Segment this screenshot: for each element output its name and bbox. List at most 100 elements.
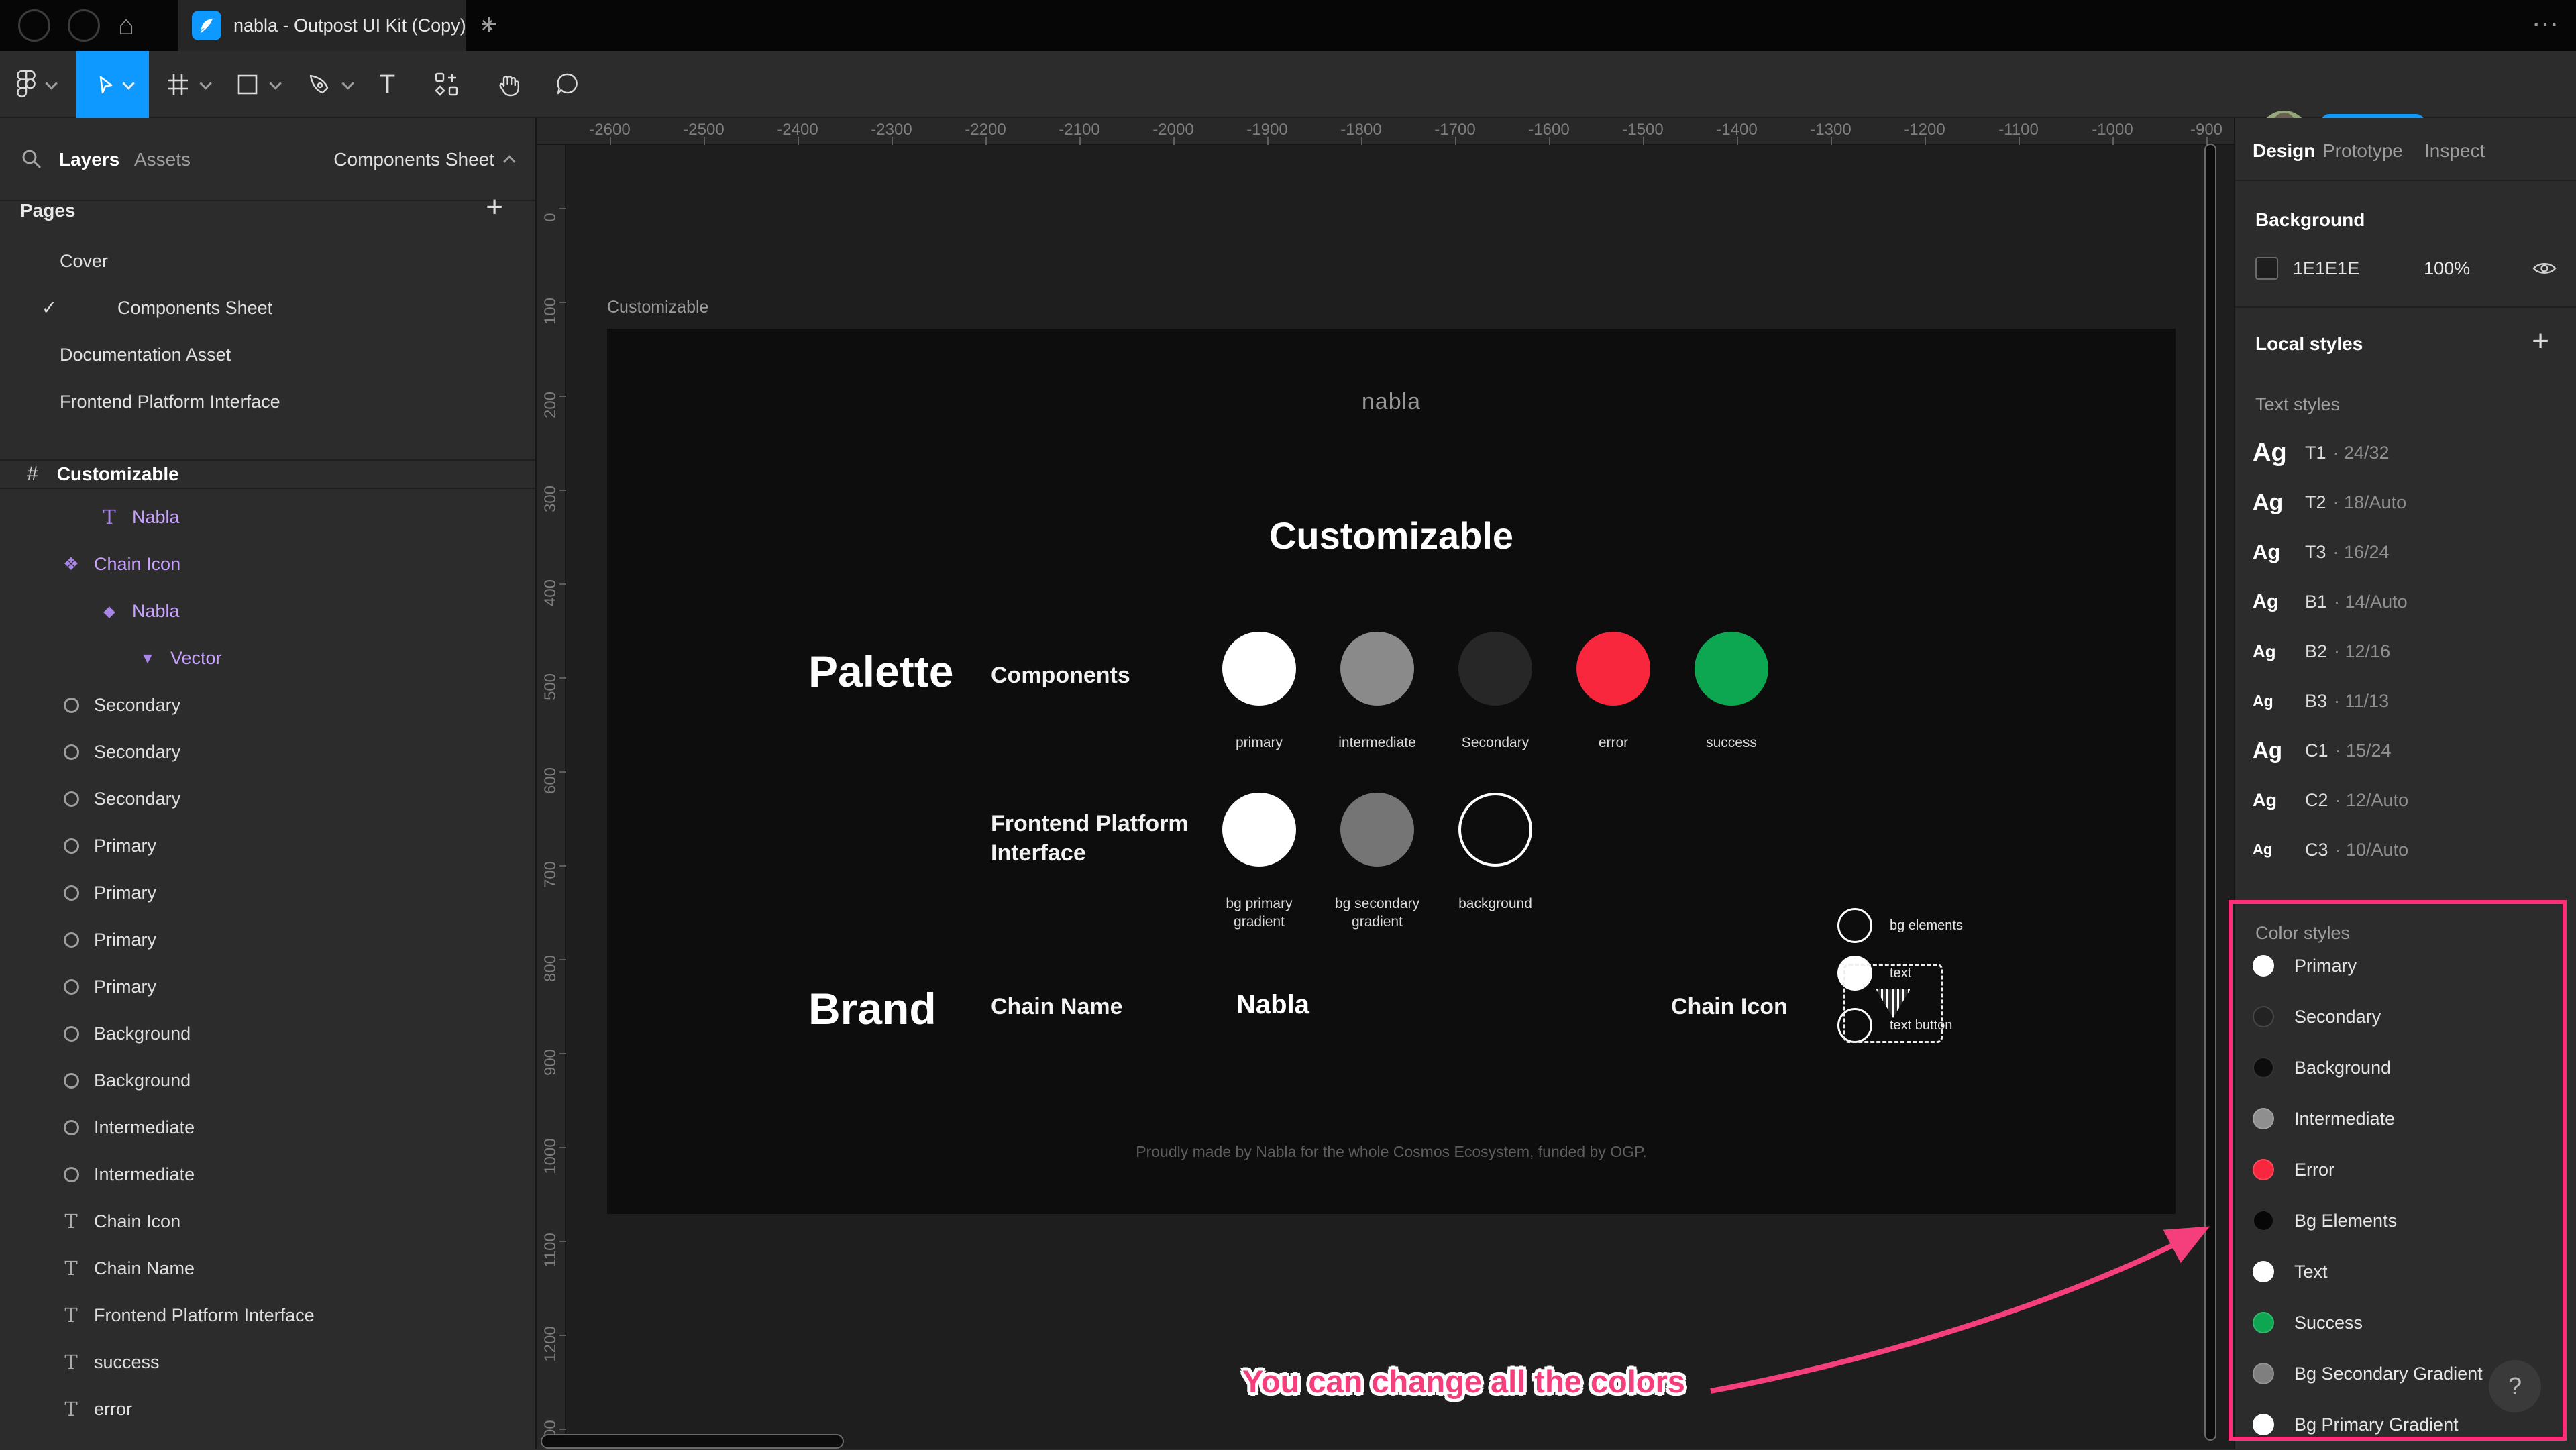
text-style-row[interactable]: Ag C2 · 12/Auto [2235,775,2576,825]
background-opacity-value[interactable]: 100% [2424,258,2470,279]
canvas[interactable]: -2600 -2500 -2400 -2300 -2200 -2100 -200… [537,118,2234,1449]
color-swatch-item[interactable]: success [1672,632,1790,752]
file-tab[interactable]: nabla - Outpost UI Kit (Copy) × [178,0,494,51]
layer-row[interactable]: ◆ Nabla [0,588,535,634]
color-style-row[interactable]: Primary [2235,940,2576,991]
horizontal-scrollbar[interactable] [541,1434,844,1449]
text-style-row[interactable]: Ag B2 · 12/16 [2235,626,2576,676]
layer-row[interactable]: Background [0,1057,535,1104]
layer-row[interactable]: T error [0,1386,535,1433]
layer-row[interactable]: Background [0,1010,535,1057]
background-hex-value[interactable]: 1E1E1E [2293,258,2359,279]
color-circle[interactable] [1222,632,1296,706]
color-swatch-item[interactable]: background [1436,793,1554,931]
pen-tool-button[interactable] [307,51,354,118]
search-icon[interactable] [20,148,43,170]
color-swatch-item[interactable]: bg secondary gradient [1318,793,1436,931]
small-swatch-item[interactable]: bg elements [1837,908,1963,943]
layer-row[interactable]: Secondary [0,728,535,775]
annotation-text[interactable]: You can change all the colors [1242,1363,1685,1400]
eye-icon[interactable] [2532,259,2557,278]
palette-heading[interactable]: Palette [808,646,953,697]
text-style-row[interactable]: Ag T1 · 24/32 [2235,428,2576,478]
help-button[interactable]: ? [2489,1360,2541,1412]
color-style-row[interactable]: Success [2235,1297,2576,1348]
color-style-row[interactable]: Text [2235,1246,2576,1297]
new-tab-button[interactable]: + [470,0,508,51]
layer-row[interactable]: Secondary [0,775,535,822]
chain-icon-label[interactable]: Chain Icon [1671,994,1788,1020]
layer-row[interactable]: T success [0,1339,535,1386]
comment-tool-button[interactable] [555,51,580,118]
color-style-row[interactable]: Error [2235,1144,2576,1195]
page-row[interactable]: ✓ Frontend Platform Interface [0,378,535,425]
color-swatch-item[interactable]: Secondary [1436,632,1554,752]
layer-row[interactable]: T Chain Name [0,1245,535,1292]
background-color-swatch[interactable] [2255,257,2278,280]
tab-prototype[interactable]: Prototype [2322,140,2403,162]
color-circle[interactable] [1837,908,1872,943]
page-selector[interactable]: Components Sheet [333,149,516,170]
section-row-customizable[interactable]: # Customizable [0,459,535,489]
nabla-logo[interactable]: nabla [607,389,2176,415]
color-circle[interactable] [1458,793,1532,867]
tab-layers[interactable]: Layers [59,149,119,170]
layer-row[interactable]: ▼ Vector [0,634,535,681]
layer-row[interactable]: Secondary [0,681,535,728]
layer-row[interactable]: T Frontend Platform Interface [0,1292,535,1339]
layer-row[interactable]: Primary [0,963,535,1010]
vertical-scrollbar[interactable] [2204,144,2216,1441]
text-style-row[interactable]: Ag T2 · 18/Auto [2235,478,2576,527]
text-tool-button[interactable]: T [380,51,395,118]
color-circle[interactable] [1458,632,1532,706]
color-circle[interactable] [1222,793,1296,867]
color-circle[interactable] [1340,632,1414,706]
color-swatch-item[interactable]: bg primary gradient [1200,793,1318,931]
layer-row[interactable]: Primary [0,869,535,916]
text-style-row[interactable]: Ag C1 · 15/24 [2235,726,2576,775]
color-swatch-item[interactable]: error [1554,632,1672,752]
layer-row[interactable]: Intermediate [0,1104,535,1151]
text-style-row[interactable]: Ag B3 · 11/13 [2235,676,2576,726]
layer-row[interactable]: ❖ Chain Icon [0,541,535,588]
text-style-row[interactable]: Ag T3 · 16/24 [2235,527,2576,577]
window-control-icon[interactable] [18,9,50,42]
palette-components-label[interactable]: Components [991,663,1130,689]
color-circle[interactable] [1340,793,1414,867]
page-row[interactable]: ✓ Cover [0,237,535,284]
color-style-row[interactable]: Background [2235,1042,2576,1093]
shape-tool-button[interactable] [236,51,282,118]
chain-name-label[interactable]: Chain Name [991,994,1123,1020]
tab-design[interactable]: Design [2253,140,2315,162]
page-row[interactable]: ✓ Documentation Asset [0,331,535,378]
frame-tool-button[interactable] [166,51,212,118]
color-swatch-item[interactable]: primary [1200,632,1318,752]
text-style-row[interactable]: Ag C3 · 10/Auto [2235,825,2576,875]
frame-footer-text[interactable]: Proudly made by Nabla for the whole Cosm… [607,1143,2176,1161]
layer-row[interactable]: T Nabla [0,494,535,541]
chain-icon-placeholder[interactable] [1843,964,1943,1043]
tab-assets[interactable]: Assets [134,149,191,170]
add-page-button[interactable]: + [486,190,503,224]
home-icon[interactable]: ⌂ [118,0,134,51]
tab-inspect[interactable]: Inspect [2424,140,2485,162]
window-control-icon[interactable] [68,9,100,42]
design-frame[interactable]: nabla Customizable Palette Components pr… [607,329,2176,1214]
main-menu-button[interactable] [16,51,58,118]
page-row[interactable]: ✓ Components Sheet [0,284,535,331]
frame-title[interactable]: Customizable [607,514,2176,557]
color-style-row[interactable]: Secondary [2235,991,2576,1042]
brand-heading[interactable]: Brand [808,983,936,1034]
layer-row[interactable]: Intermediate [0,1151,535,1198]
resources-tool-button[interactable] [435,51,459,118]
layer-row[interactable]: Primary [0,822,535,869]
layer-row[interactable]: T Chain Icon [0,1198,535,1245]
more-menu-icon[interactable]: ⋯ [2532,0,2560,51]
color-style-row[interactable]: Bg Elements [2235,1195,2576,1246]
background-color-row[interactable]: 1E1E1E 100% [2255,255,2557,282]
color-swatch-item[interactable]: intermediate [1318,632,1436,752]
move-tool-button[interactable] [76,51,149,118]
fpi-heading[interactable]: Frontend Platform Interface [991,809,1192,868]
layer-row[interactable]: Primary [0,916,535,963]
color-circle[interactable] [1576,632,1650,706]
